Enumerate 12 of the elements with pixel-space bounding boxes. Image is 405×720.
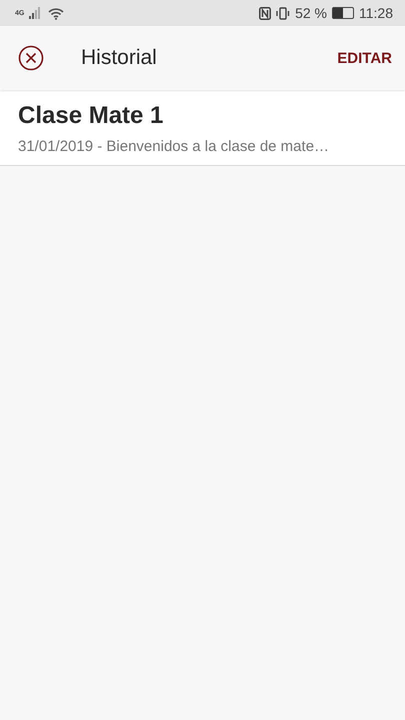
history-item[interactable]: Clase Mate 1 31/01/2019 - Bienvenidos a la clase de mate…	[0, 90, 405, 166]
vibrate-icon	[276, 6, 290, 20]
nfc-icon	[259, 6, 272, 20]
battery-icon	[332, 7, 354, 19]
wifi-icon	[48, 6, 64, 20]
close-button[interactable]	[18, 45, 44, 71]
clock: 11:28	[359, 5, 393, 21]
item-title: Clase Mate 1	[18, 102, 164, 130]
page-title: Historial	[81, 46, 158, 70]
battery-percent: 52 %	[295, 5, 327, 21]
edit-button[interactable]: EDITAR	[337, 46, 392, 70]
item-subtitle: 31/01/2019 - Bienvenidos a la clase de mate…	[18, 138, 330, 155]
